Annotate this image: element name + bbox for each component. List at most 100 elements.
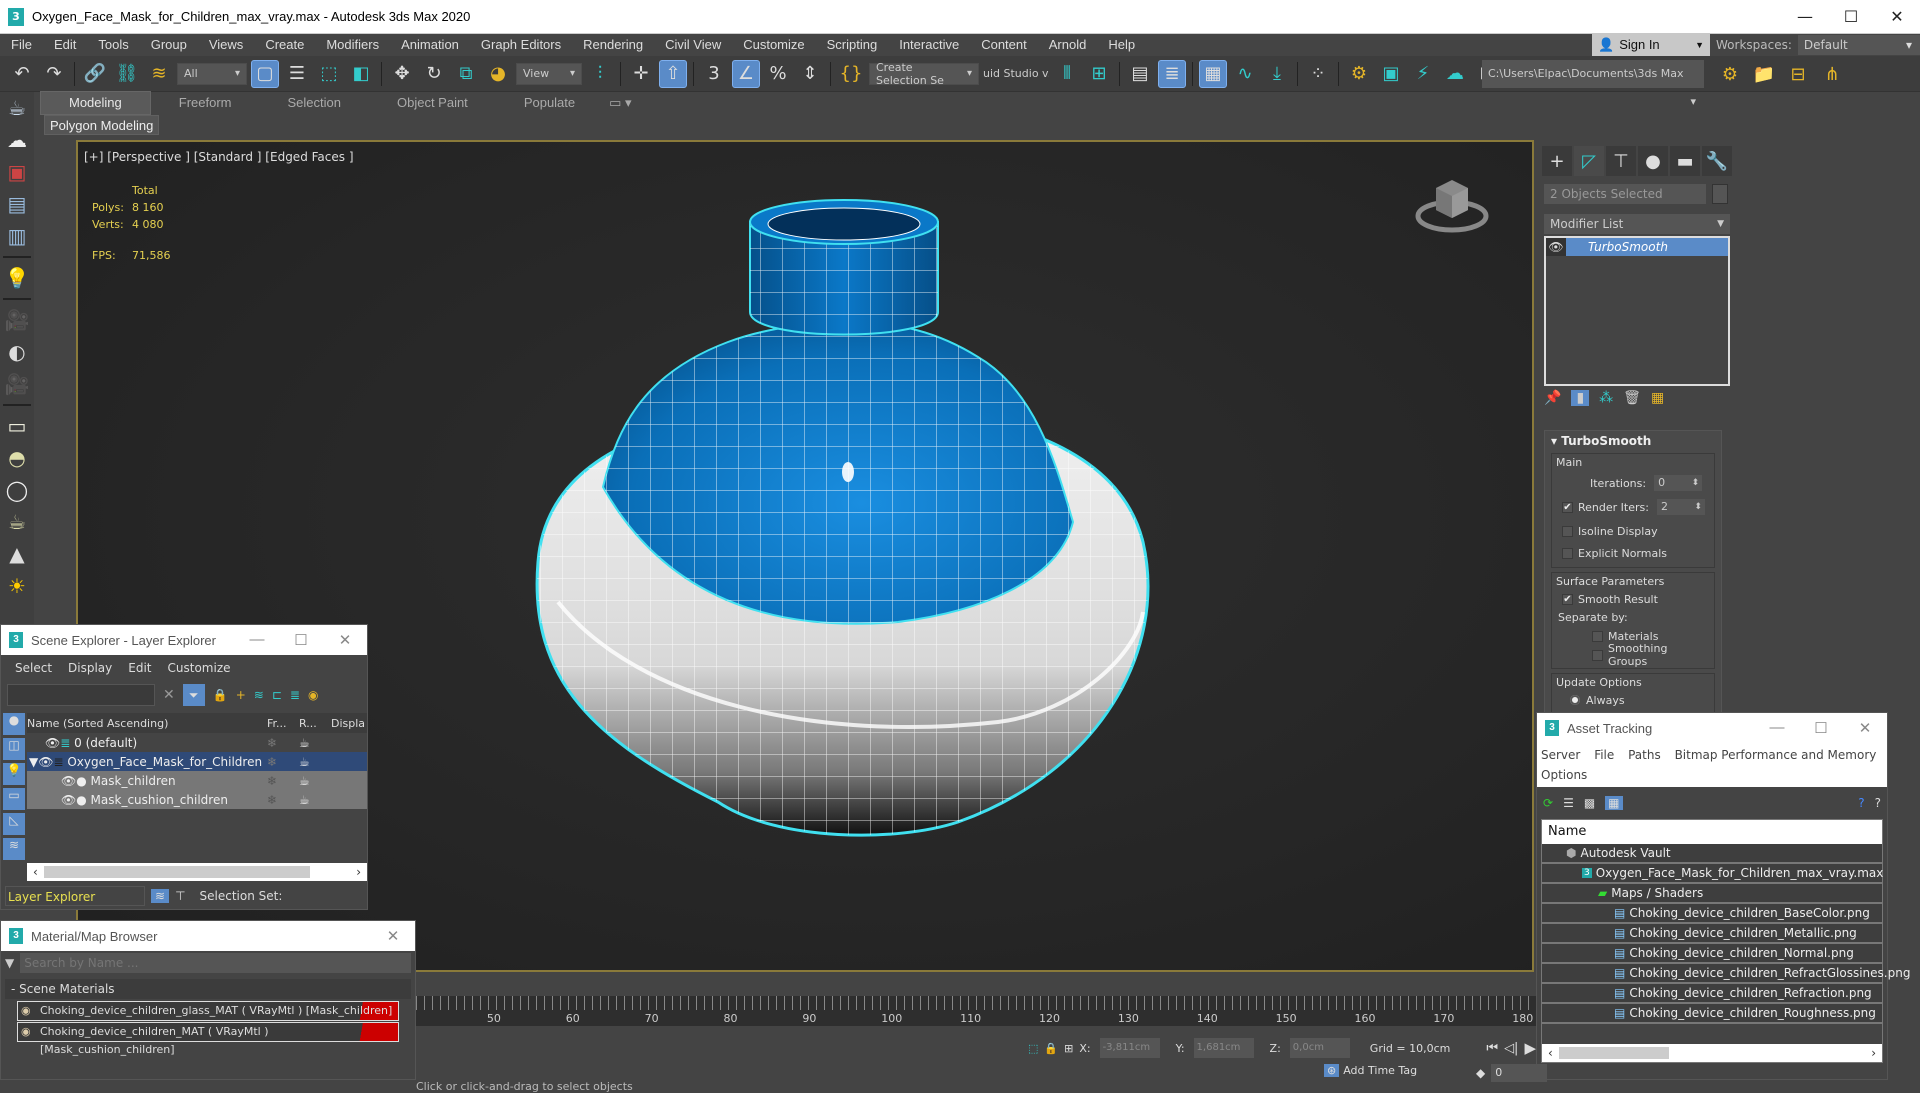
asset-column-name[interactable]: Name: [1542, 820, 1882, 844]
menu-animation[interactable]: Animation: [390, 34, 470, 56]
keyboard-shortcut-icon[interactable]: ⇧: [659, 59, 687, 88]
menu-content[interactable]: Content: [970, 34, 1038, 56]
materials-checkbox[interactable]: [1592, 630, 1603, 642]
layers-add-icon[interactable]: ≋: [254, 688, 264, 702]
tree-row[interactable]: 👁≣ 0 (default) ❄ ☕: [27, 733, 367, 752]
material-item[interactable]: ◉ Choking_device_children_MAT ( VRayMtl )…: [17, 1022, 399, 1056]
geometry-filter-icon[interactable]: ●: [3, 713, 25, 735]
add-layer-icon[interactable]: +: [236, 688, 246, 702]
cloud-icon[interactable]: ☁: [0, 124, 34, 156]
vault-help-icon[interactable]: ?: [1858, 796, 1864, 810]
ribbon-tab-object-paint[interactable]: Object Paint: [369, 92, 496, 114]
minimize-button[interactable]: —: [1755, 719, 1799, 737]
column-name[interactable]: Name (Sorted Ascending): [27, 717, 267, 730]
menu-scripting[interactable]: Scripting: [816, 34, 889, 56]
lock-icon[interactable]: 🔒: [213, 688, 228, 702]
snap-3d-icon[interactable]: 3: [700, 60, 728, 88]
render-icon[interactable]: ☕: [299, 793, 310, 807]
spinner-snap-icon[interactable]: ⇕: [796, 60, 824, 88]
menu-customize[interactable]: Customize: [732, 34, 815, 56]
render-setup-icon[interactable]: ⚙: [1345, 60, 1373, 88]
frame-spinner-icon[interactable]: ◆: [1476, 1066, 1485, 1080]
schematic-icon[interactable]: ⁘: [1304, 60, 1332, 88]
ribbon-tab-selection[interactable]: Selection: [260, 92, 369, 114]
scene-menu-customize[interactable]: Customize: [160, 661, 239, 675]
x-coordinate-field[interactable]: -3,811cm: [1099, 1038, 1160, 1058]
asset-row[interactable]: ▤ Choking_device_children_BaseColor.png: [1542, 904, 1882, 924]
angle-snap-icon[interactable]: ∠: [732, 59, 760, 88]
iterations-spinner[interactable]: 0: [1654, 475, 1703, 491]
ribbon-tab-freeform[interactable]: Freeform: [151, 92, 260, 114]
goto-start-icon[interactable]: ⏮: [1486, 1041, 1498, 1056]
eye-icon[interactable]: 👁: [61, 774, 76, 788]
maximize-button[interactable]: ☐: [1828, 0, 1874, 34]
hierarchy-icon[interactable]: ⊏: [272, 688, 282, 702]
scroll-left-icon[interactable]: ‹: [27, 865, 44, 879]
unlink-icon[interactable]: ⛓: [113, 60, 141, 88]
project-folder-icon[interactable]: 📁: [1750, 60, 1778, 88]
menu-group[interactable]: Group: [140, 34, 198, 56]
scene-menu-select[interactable]: Select: [7, 661, 60, 675]
asset-menu-options[interactable]: Options: [1541, 768, 1587, 782]
render-cloud-icon[interactable]: ☁: [1441, 60, 1469, 88]
ref-coord-dropdown[interactable]: View: [516, 62, 582, 85]
light-lister-icon[interactable]: 💡: [0, 262, 34, 294]
menu-civil-view[interactable]: Civil View: [654, 34, 732, 56]
manipulate-icon[interactable]: ✛: [627, 60, 655, 88]
spacewarps-filter-icon[interactable]: ≋: [3, 838, 25, 860]
render-icon[interactable]: ⚡: [1409, 60, 1437, 88]
sun-icon[interactable]: ☀: [0, 570, 34, 602]
asset-row[interactable]: 3 Oxygen_Face_Mask_for_Children_max_vray.…: [1542, 864, 1883, 884]
layers-icon[interactable]: ≣: [290, 688, 300, 702]
oxygen-mask-model[interactable]: [518, 182, 1178, 962]
explicit-normals-checkbox[interactable]: [1562, 547, 1573, 559]
scroll-thumb[interactable]: [43, 866, 311, 878]
vr-camera-icon[interactable]: ◐: [0, 336, 34, 368]
align-icon[interactable]: ⊞: [1085, 60, 1113, 88]
refresh-icon[interactable]: ⟳: [1543, 796, 1553, 810]
scroll-right-icon[interactable]: ›: [1865, 1046, 1882, 1060]
ribbon-options-icon[interactable]: ▭ ▾: [603, 92, 637, 114]
asset-row[interactable]: ▤ Choking_device_children_Normal.png: [1542, 944, 1882, 964]
asset-row[interactable]: ▤ Choking_device_children_Roughness.png: [1542, 1004, 1882, 1024]
help-icon[interactable]: ?: [1875, 796, 1881, 810]
layers-mode-icon[interactable]: ≋: [151, 889, 170, 903]
minimize-button[interactable]: —: [235, 631, 279, 649]
make-unique-icon[interactable]: ⁂: [1599, 390, 1613, 406]
tree-row[interactable]: ▼👁≣ Oxygen_Face_Mask_for_Children ❄ ☕: [27, 752, 367, 771]
project-settings-icon[interactable]: ⚙: [1716, 60, 1744, 88]
ribbon-tab-populate[interactable]: Populate: [496, 92, 603, 114]
tree-row[interactable]: 👁● Mask_children ❄ ☕: [27, 771, 367, 790]
material-item[interactable]: ◉ Choking_device_children_glass_MAT ( VRa…: [17, 1001, 399, 1021]
asset-row[interactable]: ▤ Choking_device_children_RefractGlossine…: [1542, 964, 1910, 984]
sign-in-button[interactable]: 👤 Sign In ▼: [1592, 33, 1710, 56]
teapot-icon[interactable]: ☕: [0, 92, 34, 124]
remove-modifier-icon[interactable]: 🗑: [1623, 390, 1641, 406]
options-icon[interactable]: ▼: [5, 956, 14, 970]
absolute-mode-icon[interactable]: ⊞: [1064, 1042, 1073, 1055]
helpers-filter-icon[interactable]: ◺: [3, 813, 25, 835]
explorer-mode-dropdown[interactable]: Layer Explorer: [5, 886, 145, 906]
named-selection-dropdown[interactable]: Create Selection Se: [869, 61, 979, 87]
object-name-field[interactable]: 2 Objects Selected: [1544, 184, 1706, 204]
redo-icon[interactable]: ↷: [40, 60, 68, 88]
select-by-name-icon[interactable]: ☰: [283, 60, 311, 88]
minimize-button[interactable]: —: [1782, 0, 1828, 34]
table-view-icon[interactable]: ▦: [1605, 796, 1623, 810]
viewcube[interactable]: [1414, 174, 1490, 236]
menu-tools[interactable]: Tools: [87, 34, 139, 56]
render-iters-spinner[interactable]: 2: [1656, 499, 1705, 515]
asset-menu-file[interactable]: File: [1594, 748, 1624, 762]
move-icon[interactable]: ✥: [388, 60, 416, 88]
create-tab-icon[interactable]: +: [1542, 146, 1572, 176]
tree-row[interactable]: 👁● Mask_cushion_children ❄ ☕: [27, 790, 367, 809]
filter-icon[interactable]: ⏷: [182, 684, 205, 706]
lights-filter-icon[interactable]: 💡: [3, 763, 25, 785]
menu-views[interactable]: Views: [198, 34, 254, 56]
workspaces-dropdown[interactable]: Default: [1797, 35, 1920, 55]
maximize-button[interactable]: ☐: [279, 631, 323, 649]
thumbnail-view-icon[interactable]: ▩: [1584, 796, 1595, 810]
ies-light-icon[interactable]: ▲: [0, 538, 34, 570]
scene-materials-group[interactable]: - Scene Materials: [5, 979, 411, 999]
motion-tab-icon[interactable]: ●: [1638, 146, 1668, 176]
